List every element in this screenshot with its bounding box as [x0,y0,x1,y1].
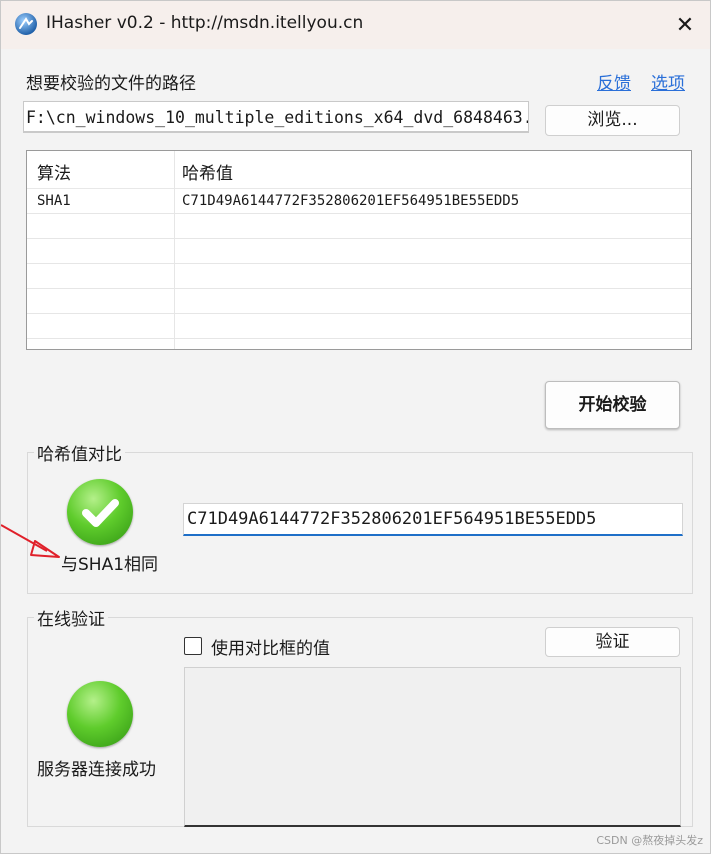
file-path-label: 想要校验的文件的路径 [26,74,196,94]
column-header-hash[interactable]: 哈希值 [182,159,233,184]
server-status-icon [67,681,133,747]
hash-compare-title: 哈希值对比 [34,440,125,465]
close-icon[interactable]: ✕ [669,10,701,42]
column-divider [174,151,175,349]
row-divider [27,338,691,339]
window-title: IHasher v0.2 - http://msdn.itellyou.cn [46,13,364,33]
options-link[interactable]: 选项 [651,69,685,94]
row-divider [27,263,691,264]
feedback-link[interactable]: 反馈 [597,69,631,94]
hash-results-table: 算法 哈希值 SHA1 C71D49A6144772F352806201EF56… [26,150,692,350]
compare-status-text: 与SHA1相同 [61,555,159,575]
match-success-icon [67,479,133,545]
online-result-textarea[interactable] [184,667,681,827]
title-bar: IHasher v0.2 - http://msdn.itellyou.cn ✕ [1,1,710,49]
server-status-text: 服务器连接成功 [37,760,156,780]
table-header: 算法 哈希值 [27,151,691,189]
checkmark-icon [82,499,119,527]
browse-button[interactable]: 浏览... [545,105,680,136]
app-icon [15,13,37,35]
start-verify-button[interactable]: 开始校验 [545,381,680,429]
file-path-input[interactable]: F:\cn_windows_10_multiple_editions_x64_d… [23,101,529,133]
online-verify-title: 在线验证 [34,605,108,630]
row-divider [27,213,691,214]
row-divider [27,288,691,289]
compare-hash-input[interactable]: C71D49A6144772F352806201EF564951BE55EDD5 [183,503,683,536]
use-compare-value-label[interactable]: 使用对比框的值 [211,634,330,659]
row-algorithm-cell[interactable]: SHA1 [37,193,71,209]
row-divider [27,313,691,314]
watermark: CSDN @熬夜掉头发z [596,834,703,847]
column-header-algorithm[interactable]: 算法 [37,159,71,184]
row-hash-cell[interactable]: C71D49A6144772F352806201EF564951BE55EDD5 [182,193,519,209]
use-compare-value-checkbox[interactable] [184,637,202,655]
arrow-annotation-icon [1,524,60,558]
verify-button[interactable]: 验证 [545,627,680,657]
row-divider [27,238,691,239]
main-window: IHasher v0.2 - http://msdn.itellyou.cn ✕… [0,0,711,854]
